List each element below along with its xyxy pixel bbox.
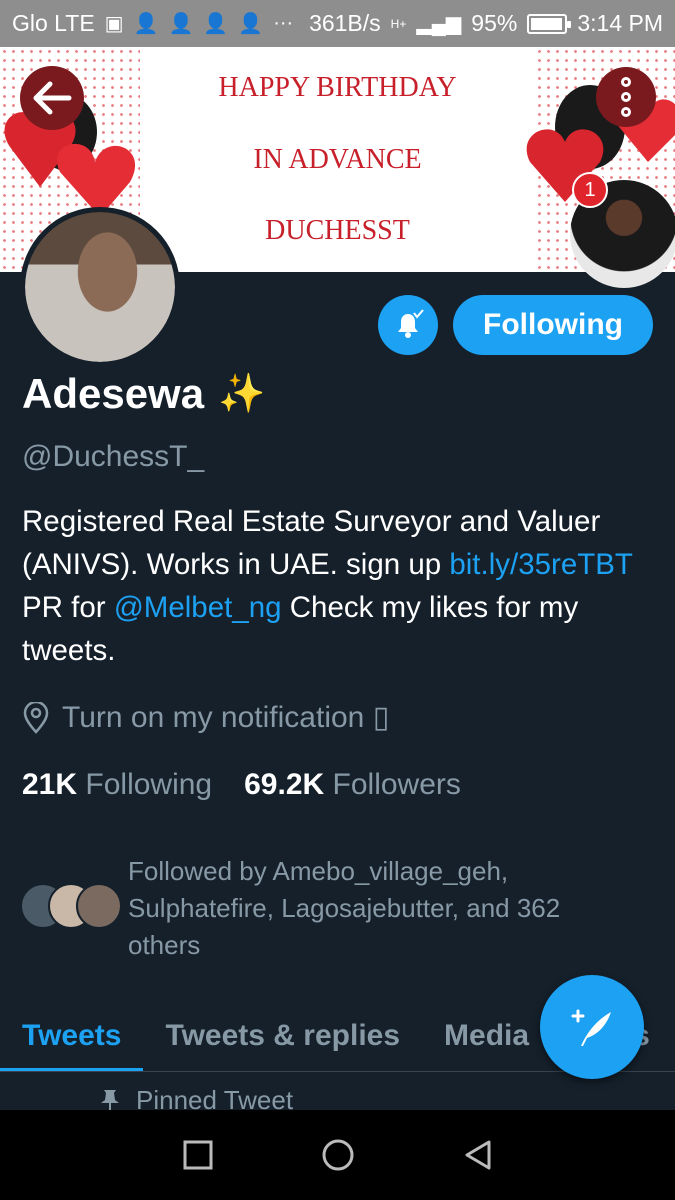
- tab-tweets-replies[interactable]: Tweets & replies: [143, 1000, 422, 1071]
- followers-label: Followers: [332, 768, 461, 801]
- tab-media[interactable]: Media: [422, 1000, 551, 1071]
- home-button[interactable]: [320, 1137, 356, 1173]
- profile-avatar[interactable]: [20, 207, 180, 367]
- following-button[interactable]: Following: [453, 295, 653, 355]
- bio-text: PR for: [22, 591, 114, 624]
- recent-apps-button[interactable]: [181, 1138, 215, 1172]
- status-bar: Glo LTE ▣ 👤 👤 👤 👤 ··· 361B/s H+ ▂▄▆ 95% …: [0, 0, 675, 47]
- signal-icon: ▂▄▆: [416, 13, 462, 35]
- followed-by-section[interactable]: Followed by Amebo_village_geh, Sulphatef…: [20, 853, 608, 964]
- clock: 3:14 PM: [577, 10, 663, 36]
- tab-tweets[interactable]: Tweets: [0, 1000, 144, 1071]
- following-count: 21K: [22, 768, 78, 801]
- compose-tweet-button[interactable]: [540, 975, 644, 1079]
- profile-handle: @DuchessT_: [22, 440, 205, 473]
- avatar: [76, 883, 122, 929]
- location-text: Turn on my notification ▯: [62, 701, 390, 734]
- followers-stat[interactable]: 69.2K Followers: [244, 768, 461, 802]
- followers-count: 69.2K: [244, 768, 325, 801]
- carrier-label: Glo LTE: [12, 10, 95, 36]
- compose-tweet-icon: [571, 1009, 611, 1046]
- bell-icon: [398, 309, 424, 338]
- following-stat[interactable]: 21K Following: [22, 768, 212, 802]
- profile-bio: Registered Real Estate Surveyor and Valu…: [22, 500, 652, 672]
- facebook-notification-icon: ▣: [104, 13, 124, 35]
- user-add-icon: 👤: [133, 13, 159, 35]
- net-speed: 361B/s: [309, 10, 381, 36]
- back-button[interactable]: [20, 66, 84, 130]
- banner-line-2: IN ADVANCE: [253, 144, 422, 175]
- back-nav-button[interactable]: [461, 1138, 495, 1172]
- back-arrow-icon: [33, 81, 72, 115]
- follow-stats: 21K Following 69.2K Followers: [22, 768, 461, 802]
- bio-mention-link[interactable]: @Melbet_ng: [114, 591, 282, 624]
- more-vertical-icon-dot: [621, 107, 631, 117]
- location-pin-icon: [23, 701, 49, 734]
- profile-location: Turn on my notification ▯: [22, 700, 389, 735]
- android-nav-bar: [0, 1110, 675, 1200]
- more-vertical-icon: [621, 77, 631, 87]
- profile-name: Adesewa: [22, 370, 205, 417]
- more-notifications-icon: ···: [273, 12, 294, 34]
- user-add-icon: 👤: [203, 13, 229, 35]
- notifications-toggle-button[interactable]: [378, 295, 438, 355]
- battery-icon: [527, 13, 572, 34]
- profile-name-row: Adesewa ✨: [22, 370, 265, 418]
- more-vertical-icon-dot: [621, 92, 631, 102]
- bio-link-url[interactable]: bit.ly/35reTBT: [449, 548, 632, 581]
- user-add-icon: 👤: [168, 13, 194, 35]
- notification-badge: 1: [572, 172, 608, 208]
- battery-percent: 95%: [471, 10, 518, 36]
- signal-type: H+: [390, 16, 407, 31]
- user-add-icon: 👤: [238, 13, 264, 35]
- sparkles-icon: ✨: [218, 373, 266, 415]
- more-options-button[interactable]: [596, 67, 656, 127]
- followed-by-avatars: [20, 883, 122, 933]
- following-label: Following: [85, 768, 213, 801]
- profile-photo: [25, 212, 175, 362]
- banner-line-1: HAPPY BIRTHDAY: [218, 72, 457, 103]
- followed-by-text: Followed by Amebo_village_geh, Sulphatef…: [128, 856, 561, 960]
